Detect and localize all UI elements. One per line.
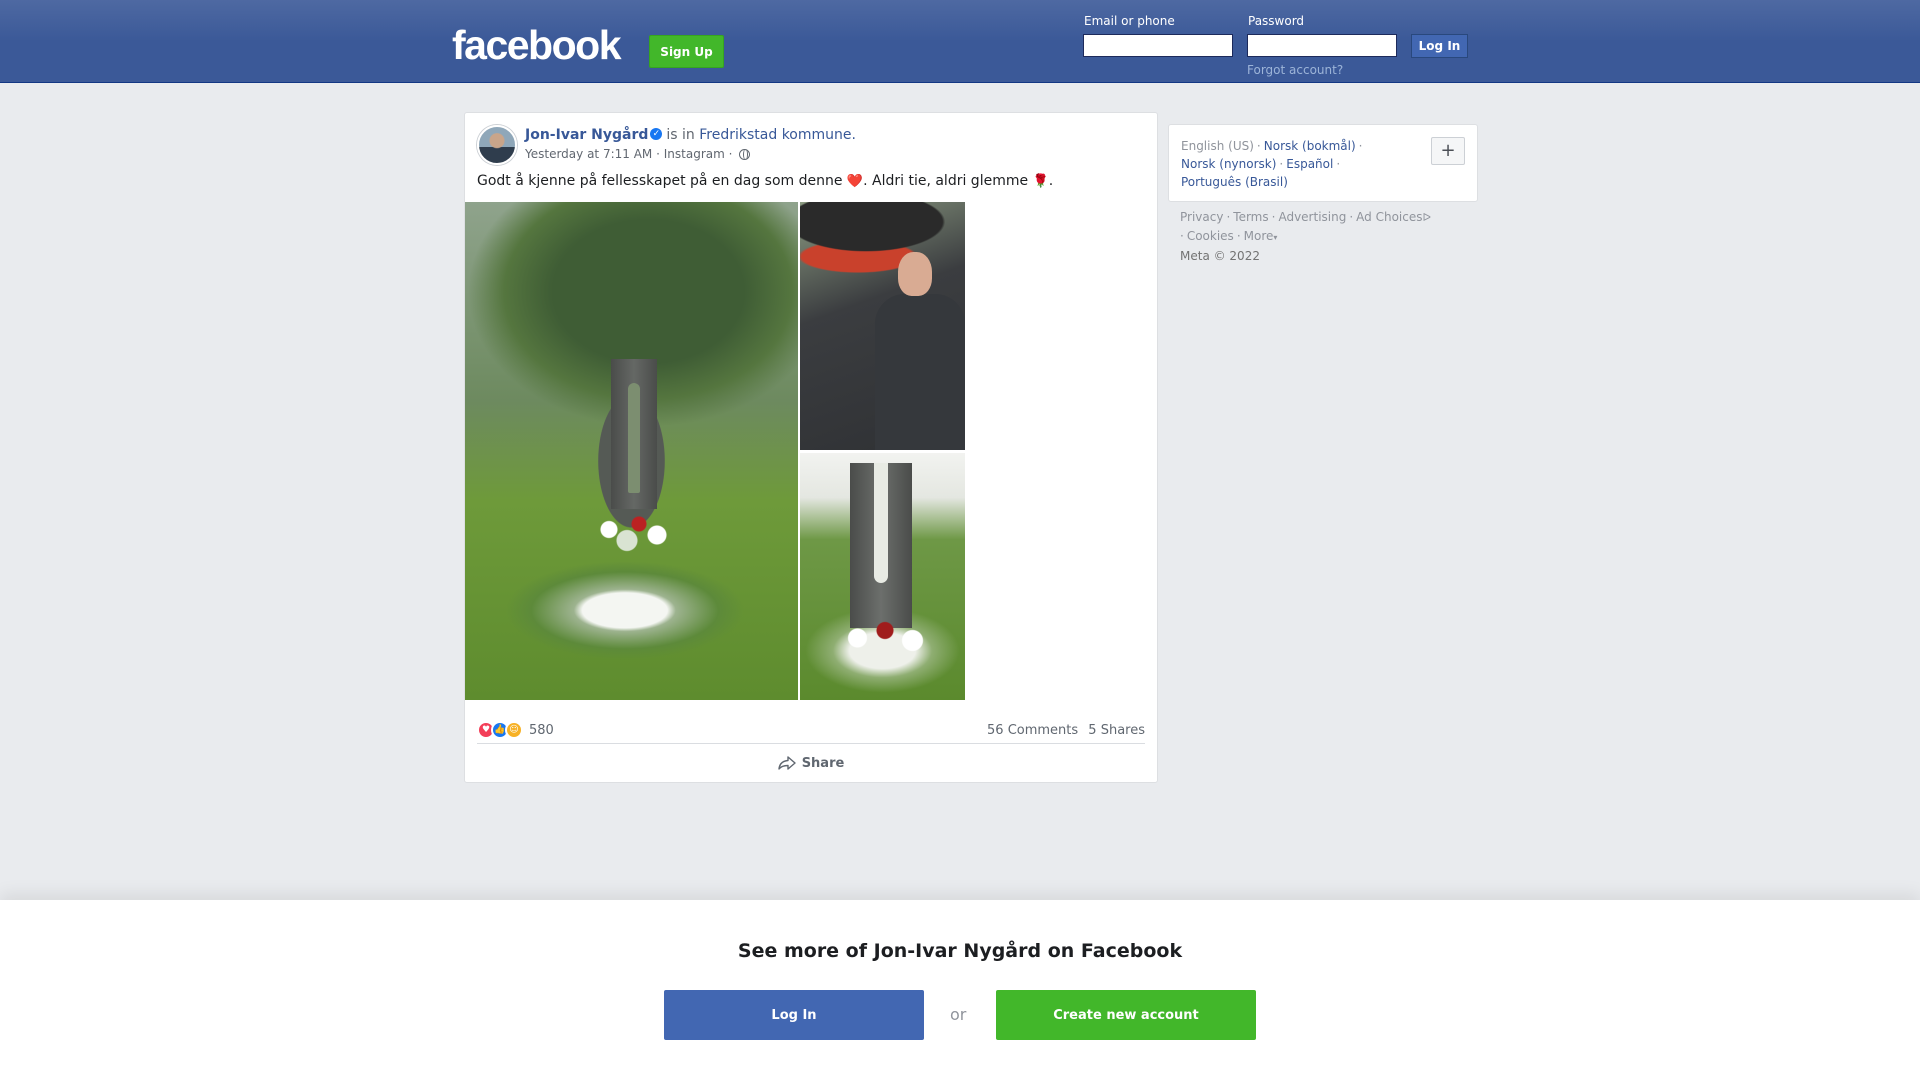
language-link-norsk-bokmal[interactable]: Norsk (bokmål) (1264, 139, 1356, 153)
footer-link-cookies[interactable]: Cookies (1187, 229, 1234, 243)
share-button[interactable]: Share (477, 747, 1145, 779)
post-card: Jon-Ivar Nygård ✓ is in Fredrikstad kommun… (464, 112, 1158, 783)
ad-choices-icon: ᐅ (1422, 211, 1431, 224)
footer-link-advertising[interactable]: Advertising (1278, 210, 1346, 224)
post-text-part: Godt å kjenne på fellesskapet på en dag … (477, 173, 847, 189)
more-dropdown-icon: ▾ (1273, 233, 1278, 242)
top-bar: facebook Sign Up Email or phone Password… (0, 0, 1920, 83)
face (898, 252, 932, 296)
more-languages-plus-button[interactable]: + (1431, 137, 1465, 165)
author-avatar[interactable] (477, 125, 517, 165)
email-label: Email or phone (1084, 14, 1175, 28)
banner-log-in-button[interactable]: Log In (664, 990, 924, 1040)
email-input[interactable] (1083, 34, 1233, 57)
share-arrow-icon (777, 756, 796, 770)
post-text-part: . Aldri tie, aldri glemme (863, 173, 1033, 189)
post-author-line: Jon-Ivar Nygård ✓ is in Fredrikstad kommun… (525, 127, 856, 143)
shares-count-link[interactable]: 5 Shares (1088, 723, 1145, 738)
footer-link-terms[interactable]: Terms (1233, 210, 1268, 224)
password-label: Password (1248, 14, 1305, 28)
banner-title: See more of Jon-Ivar Nygård on Facebook (737, 940, 1183, 962)
coat (875, 294, 965, 450)
photo-man-with-umbrella[interactable] (800, 202, 965, 450)
separator: · (1336, 157, 1341, 171)
memorial-stone (850, 463, 912, 628)
banner-or-text: or (950, 1005, 967, 1024)
location-link[interactable]: Fredrikstad kommune. (699, 127, 856, 143)
photo-memorial-closeup[interactable] (800, 453, 965, 700)
verified-badge-icon: ✓ (650, 128, 663, 140)
separator: · (1279, 157, 1284, 171)
rose-emoji-icon: 🌹 (1032, 174, 1049, 189)
flowers (830, 613, 940, 663)
sign-up-button[interactable]: Sign Up (649, 35, 724, 68)
separator: · (1180, 229, 1184, 243)
post-timestamp-link[interactable]: Yesterday at 7:11 AM (525, 147, 652, 161)
copyright: Meta © 2022 (1180, 249, 1260, 263)
forgot-account-link[interactable]: Forgot account? (1247, 63, 1343, 77)
language-current: English (US) (1181, 139, 1254, 153)
divider (477, 743, 1145, 744)
footer-links: Privacy · Terms · Advertising · Ad Choicesᐅ · C… (1180, 208, 1480, 265)
separator: · (1271, 210, 1276, 224)
footer-link-ad-choices[interactable]: Ad Choices (1356, 210, 1422, 224)
reaction-count: 580 (529, 722, 554, 738)
language-link-norsk-nynorsk[interactable]: Norsk (nynorsk) (1181, 157, 1276, 171)
comments-count-link[interactable]: 56 Comments (987, 723, 1078, 738)
is-in-text: is in (666, 127, 695, 143)
footer-link-privacy[interactable]: Privacy (1180, 210, 1223, 224)
post-stats: 56 Comments 5 Shares (981, 723, 1145, 738)
language-link-portugues[interactable]: Português (Brasil) (1181, 175, 1288, 189)
language-list: English (US) · Norsk (bokmål) · Norsk (nyno… (1181, 137, 1421, 191)
separator: · (1349, 210, 1354, 224)
password-input[interactable] (1247, 34, 1397, 57)
signup-banner: See more of Jon-Ivar Nygård on Facebook … (0, 900, 1920, 1080)
post-text: Godt å kjenne på fellesskapet på en dag … (477, 173, 1053, 189)
reactions-summary[interactable]: ♥ 👍 ☺ 580 (477, 721, 554, 739)
meta-separator: · (656, 147, 660, 161)
facebook-logo[interactable]: facebook (452, 22, 622, 69)
separator: · (1256, 139, 1261, 153)
log-in-button[interactable]: Log In (1411, 34, 1468, 58)
post-text-part: . (1048, 173, 1054, 189)
author-name-link[interactable]: Jon-Ivar Nygård (525, 127, 648, 143)
memorial-stone (611, 359, 657, 509)
footer-link-more[interactable]: More (1244, 229, 1274, 243)
separator: · (1226, 210, 1231, 224)
globe-icon (739, 149, 751, 160)
share-label: Share (801, 755, 845, 771)
separator: · (1358, 139, 1363, 153)
photo-memorial-wide[interactable] (465, 202, 798, 700)
create-new-account-button[interactable]: Create new account (996, 990, 1256, 1040)
language-link-espanol[interactable]: Español (1286, 157, 1333, 171)
post-meta: Yesterday at 7:11 AM · Instagram · (525, 147, 751, 161)
separator: · (1236, 229, 1241, 243)
language-selector: English (US) · Norsk (bokmål) · Norsk (nyno… (1168, 124, 1478, 202)
post-source: Instagram (663, 147, 725, 161)
heart-emoji-icon: ❤️ (846, 174, 864, 189)
meta-separator: · (728, 147, 733, 161)
flowers (573, 502, 693, 557)
care-reaction-icon: ☺ (505, 721, 523, 739)
